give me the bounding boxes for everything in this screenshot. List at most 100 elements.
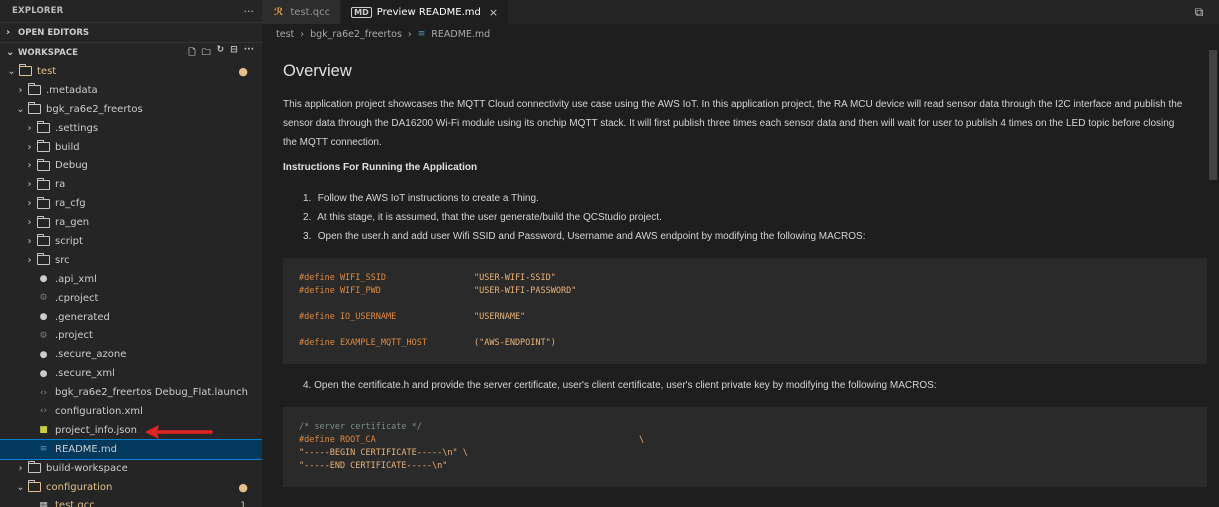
tree-item-label: .metadata [46,84,98,96]
list-text: Follow the AWS IoT instructions to creat… [317,193,539,204]
code-value: "USER-WIFI-PASSWORD" [474,286,577,296]
markdown-preview: Overview This application project showca… [262,44,1207,507]
chevron-right-icon: › [27,122,32,134]
list-number: 2. [303,212,312,223]
instructions-list: 1. Follow the AWS IoT instructions to cr… [283,189,1187,246]
step-4-text: 4. Open the certificate.h and provide th… [303,380,937,391]
chevron-right-icon: › [27,235,32,247]
tree-file[interactable]: ⚙ .cproject [0,289,262,308]
folder-icon [37,140,50,152]
file-icon: ● [39,349,48,360]
tree-file[interactable]: ‹› bgk_ra6e2_freertos Debug_Flat.launch [0,383,262,402]
folder-icon [37,215,50,228]
tree-folder[interactable]: › src [0,251,262,270]
tree-folder[interactable]: ⌄ configuration ● [0,478,262,497]
chevron-down-icon: ⌄ [7,65,16,77]
workspace-more-icon[interactable]: ··· [244,45,254,61]
collapse-all-icon[interactable]: ⊟ [230,45,238,61]
tree-folder[interactable]: › ra_gen [0,213,262,232]
new-folder-icon[interactable]: 🗀 [202,45,211,61]
workspace-section[interactable]: ⌄ WORKSPACE 🗋 🗀 ↻ ⊟ ··· [0,42,262,62]
chevron-right-icon: › [27,217,32,229]
tree-file[interactable]: ■ project_info.json [0,421,262,440]
tree-file[interactable]: ▦ test.qcc 1 [0,496,262,507]
explorer-more-icon[interactable]: ··· [244,5,255,18]
tree-file[interactable]: ● .generated [0,308,262,327]
tree-folder[interactable]: › Debug [0,156,262,175]
markdown-file-icon: ≡ [417,29,426,39]
chevron-right-icon: › [18,84,23,96]
code-line: /* server certificate */ [299,421,1191,434]
overview-paragraph: This application project showcases the M… [283,99,1183,148]
tree-folder[interactable]: › .settings [0,119,262,138]
file-icon: ≡ [39,444,48,455]
tree-item-label: ra [55,179,66,191]
tree-file[interactable]: ● .api_xml [0,270,262,289]
breadcrumb-item-project[interactable]: bgk_ra6e2_freertos [310,29,402,40]
tree-item-label: script [55,235,83,247]
chevron-right-icon: › [27,160,32,172]
open-editors-section[interactable]: › OPEN EDITORS [0,22,262,42]
folder-icon [37,234,50,247]
tree-folder[interactable]: ⌄ test ● [0,62,262,81]
modified-dot-icon: ● [238,480,248,494]
tree-folder[interactable]: ⌄ bgk_ra6e2_freertos [0,100,262,119]
tree-item-label: README.md [55,443,118,455]
tree-folder[interactable]: › ra [0,175,262,194]
overview-heading: Overview [283,62,352,80]
tree-file[interactable]: ≡ README.md [0,438,262,460]
tree-file[interactable]: ● .secure_azone [0,345,262,364]
file-icon: ⚙ [39,330,48,341]
folder-icon [37,196,50,209]
tree-folder[interactable]: › script [0,232,262,251]
modified-dot-icon: ● [238,64,248,78]
tab-preview-readme[interactable]: MD Preview README.md × [341,0,510,24]
folder-icon [28,480,41,493]
tree-item-label: ra_cfg [55,198,86,210]
code-value: "-----END CERTIFICATE-----\n" [299,461,448,471]
folder-icon [28,461,41,474]
code-line: #define EXAMPLE_MQTT_HOST ("AWS-ENDPOINT"… [299,337,1191,350]
markdown-preview-icon: MD [351,6,372,18]
breadcrumb: test › bgk_ra6e2_freertos › ≡ README.md [262,24,1219,44]
list-text: At this stage, it is assumed, that the u… [317,212,662,223]
new-file-icon[interactable]: 🗋 [188,45,195,61]
tree-item-label: .secure_azone [55,349,127,361]
tree-item-label: configuration [46,481,113,493]
code-value: "USERNAME" [474,312,526,322]
list-text: Open the user.h and add user Wifi SSID a… [317,231,866,242]
tree-item-label: ra_gen [55,217,90,229]
open-source-icon[interactable]: ⧉ [1179,0,1219,24]
code-line: "-----BEGIN CERTIFICATE-----\n" \ [299,447,1191,460]
tab-test-qcc[interactable]: ℛ test.qcc [262,0,342,24]
code-comment: /* server certificate */ [299,422,422,432]
chevron-right-icon: › [27,198,32,210]
chevron-right-icon: › [27,141,32,153]
explorer-header: EXPLORER ··· [0,0,262,22]
preview-scrollbar[interactable] [1207,44,1219,507]
tree-folder[interactable]: › build-workspace [0,459,262,478]
breadcrumb-item-readme[interactable]: README.md [431,29,490,40]
close-icon[interactable]: × [489,6,498,19]
chevron-right-icon: › [6,27,11,38]
tree-item-label: bgk_ra6e2_freertos [46,103,143,115]
tree-file[interactable]: ‹› configuration.xml [0,402,262,421]
chevron-right-icon: › [407,28,412,40]
tree-item-label: .cproject [55,292,99,304]
folder-icon [19,64,32,77]
tree-folder[interactable]: › ra_cfg [0,194,262,213]
file-icon: ‹› [39,387,48,398]
tree-item-label: .secure_xml [55,368,115,380]
chevron-right-icon: › [27,254,32,266]
tree-item-label: .settings [55,122,99,134]
tree-folder[interactable]: › .metadata [0,81,262,100]
tree-file[interactable]: ⚙ .project [0,326,262,345]
tree-file[interactable]: ● .secure_xml [0,364,262,383]
refresh-icon[interactable]: ↻ [217,45,225,61]
tree-folder[interactable]: › build [0,138,262,157]
breadcrumb-item-test[interactable]: test [276,29,294,40]
file-icon: ‹› [39,406,48,417]
code-value: \ [639,435,645,445]
file-icon: ● [39,368,48,379]
scroll-thumb[interactable] [1209,50,1217,180]
